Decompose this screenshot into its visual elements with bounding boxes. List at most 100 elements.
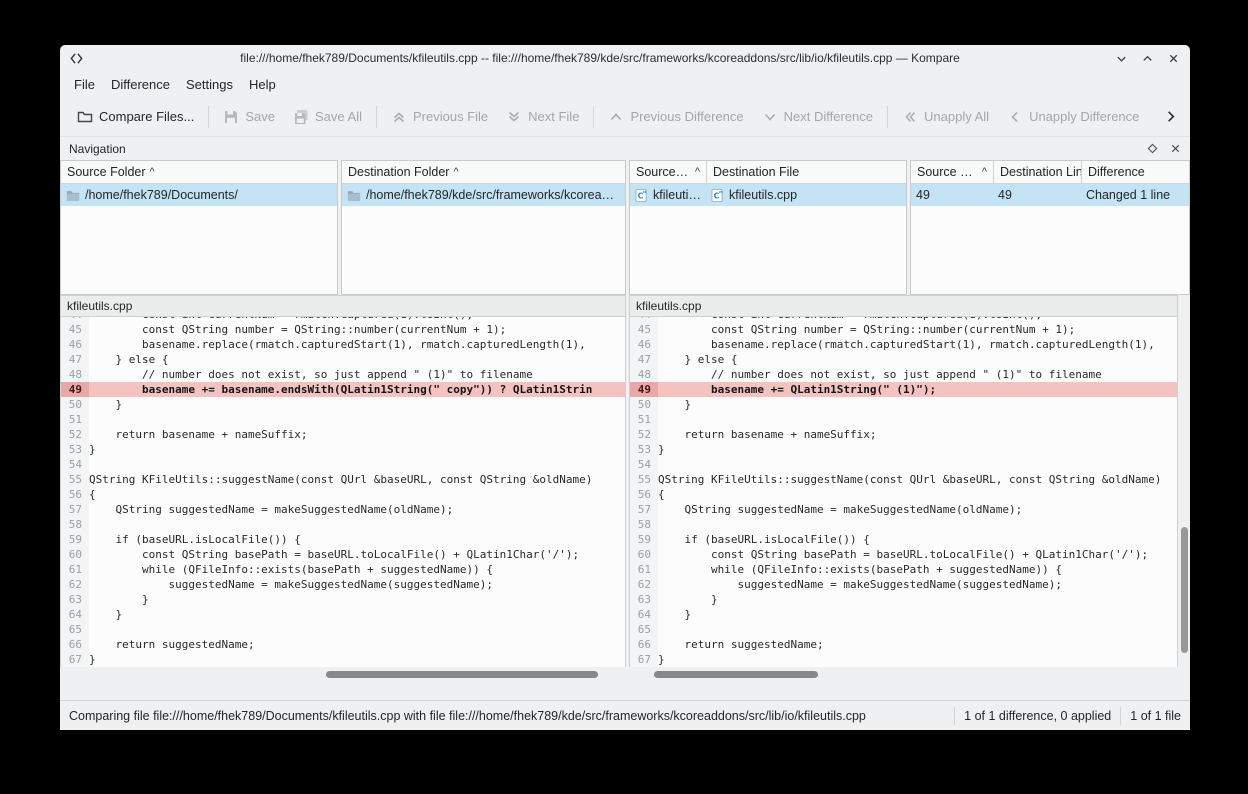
next-file-button[interactable]: Next File bbox=[497, 103, 588, 131]
files-pane: Source File ^ Destination File C kfileut… bbox=[629, 160, 907, 295]
code-text bbox=[89, 517, 625, 532]
folder-icon bbox=[77, 109, 93, 125]
files-row[interactable]: C kfileutils.cpp C kfileutils.cpp bbox=[630, 184, 906, 206]
destination-folder-header[interactable]: Destination Folder ^ bbox=[342, 161, 465, 183]
line-number: 57 bbox=[61, 502, 89, 517]
source-code-view[interactable]: 44 const int currentNum = rmatch.capture… bbox=[60, 317, 626, 667]
status-files: 1 of 1 file bbox=[1130, 709, 1181, 723]
code-line: 63 } bbox=[61, 592, 625, 607]
source-folder-row[interactable]: /home/fhek789/Documents/ bbox=[61, 184, 337, 206]
code-line: 61 while (QFileInfo::exists(basePath + s… bbox=[630, 562, 1177, 577]
source-line-header[interactable]: Source Line ^ bbox=[911, 161, 993, 183]
double-chevron-up-icon bbox=[391, 109, 407, 125]
changed-code-line[interactable]: 49 basename += basename.endsWith(QLatin1… bbox=[61, 382, 625, 397]
code-text: suggestedName = makeSuggestedName(sugges… bbox=[658, 577, 1177, 592]
line-number: 61 bbox=[630, 562, 658, 577]
toolbar-overflow-button[interactable] bbox=[1159, 105, 1182, 128]
toolbar: Compare Files... Save Save All Previous … bbox=[60, 97, 1190, 137]
difference-header[interactable]: Difference bbox=[1081, 161, 1151, 183]
code-line: 50 } bbox=[61, 397, 625, 412]
code-text: } bbox=[89, 397, 625, 412]
statusbar: Comparing file file:///home/fhek789/Docu… bbox=[60, 700, 1190, 730]
save-button[interactable]: Save bbox=[214, 103, 284, 131]
vertical-scrollbar[interactable] bbox=[1178, 317, 1190, 667]
code-text: basename += basename.endsWith(QLatin1Str… bbox=[89, 382, 625, 397]
save-icon bbox=[223, 109, 239, 125]
chevron-up-icon bbox=[608, 109, 624, 125]
folder-icon bbox=[66, 189, 80, 202]
code-text: } bbox=[89, 442, 625, 457]
line-number: 47 bbox=[61, 352, 89, 367]
code-text: } else { bbox=[658, 352, 1177, 367]
line-number: 52 bbox=[61, 427, 89, 442]
code-line: 63 } bbox=[630, 592, 1177, 607]
menu-help[interactable]: Help bbox=[241, 73, 284, 96]
code-text bbox=[89, 457, 625, 472]
dock-close-icon[interactable] bbox=[1170, 143, 1181, 154]
minimize-icon[interactable] bbox=[1115, 52, 1128, 65]
save-all-button[interactable]: Save All bbox=[284, 103, 371, 131]
code-line: 51 bbox=[630, 412, 1177, 427]
source-file-header[interactable]: Source File ^ bbox=[630, 161, 706, 183]
source-horizontal-scrollbar[interactable] bbox=[60, 667, 626, 681]
scrollbar-handle[interactable] bbox=[1181, 527, 1188, 653]
sort-ascending-icon: ^ bbox=[449, 166, 458, 178]
titlebar[interactable]: file:///home/fhek789/Documents/kfileutil… bbox=[60, 45, 1190, 71]
code-line: 55QString KFileUtils::suggestName(const … bbox=[61, 472, 625, 487]
destination-folder-row[interactable]: /home/fhek789/kde/src/frameworks/kcoread… bbox=[342, 184, 625, 206]
code-text: basename += QLatin1String(" (1)"); bbox=[658, 382, 1177, 397]
line-number: 58 bbox=[630, 517, 658, 532]
scrollbar-handle[interactable] bbox=[326, 671, 598, 678]
maximize-icon[interactable] bbox=[1141, 52, 1154, 65]
source-folder-pane: Source Folder ^ /home/fhek789/Documents/ bbox=[60, 160, 338, 295]
unapply-difference-button[interactable]: Unapply Difference bbox=[998, 103, 1148, 131]
code-line: 65 bbox=[61, 622, 625, 637]
code-text: QString KFileUtils::suggestName(const QU… bbox=[89, 472, 625, 487]
destination-line-header[interactable]: Destination Line bbox=[993, 161, 1081, 183]
code-line: 67} bbox=[630, 652, 1177, 667]
toolbar-separator bbox=[887, 106, 888, 128]
code-line: 47 } else { bbox=[630, 352, 1177, 367]
unapply-all-button[interactable]: Unapply All bbox=[893, 103, 998, 131]
scrollbar-handle[interactable] bbox=[654, 671, 819, 678]
menu-settings[interactable]: Settings bbox=[178, 73, 241, 96]
difference-row[interactable]: 49 49 Changed 1 line bbox=[911, 184, 1189, 206]
line-number: 64 bbox=[61, 607, 89, 622]
previous-difference-button[interactable]: Previous Difference bbox=[599, 103, 752, 131]
dock-float-icon[interactable] bbox=[1147, 143, 1158, 154]
line-number: 66 bbox=[61, 637, 89, 652]
kompare-window: file:///home/fhek789/Documents/kfileutil… bbox=[60, 45, 1190, 730]
previous-file-button[interactable]: Previous File bbox=[382, 103, 497, 131]
next-difference-button[interactable]: Next Difference bbox=[753, 103, 882, 131]
compare-files-button[interactable]: Compare Files... bbox=[68, 103, 203, 131]
toolbar-separator bbox=[593, 106, 594, 128]
line-number: 53 bbox=[630, 442, 658, 457]
status-separator bbox=[954, 707, 955, 725]
menu-file[interactable]: File bbox=[66, 73, 103, 96]
code-text bbox=[658, 517, 1177, 532]
menu-difference[interactable]: Difference bbox=[103, 73, 178, 96]
code-line: 53} bbox=[61, 442, 625, 457]
double-chevron-down-icon bbox=[506, 109, 522, 125]
destination-horizontal-scrollbar[interactable] bbox=[629, 667, 1178, 681]
code-line: 50 } bbox=[630, 397, 1177, 412]
destination-code-view[interactable]: 44 const int currentNum = rmatch.capture… bbox=[629, 317, 1178, 667]
line-number: 66 bbox=[630, 637, 658, 652]
destination-folder-pane: Destination Folder ^ /home/fhek789/kde/s… bbox=[341, 160, 626, 295]
code-line: 61 while (QFileInfo::exists(basePath + s… bbox=[61, 562, 625, 577]
code-line: 58 bbox=[630, 517, 1177, 532]
source-folder-header[interactable]: Source Folder ^ bbox=[61, 161, 161, 183]
line-number: 48 bbox=[630, 367, 658, 382]
close-icon[interactable] bbox=[1167, 52, 1180, 65]
changed-code-line[interactable]: 49 basename += QLatin1String(" (1)"); bbox=[630, 382, 1177, 397]
code-line: 45 const QString number = QString::numbe… bbox=[630, 322, 1177, 337]
line-number: 62 bbox=[630, 577, 658, 592]
status-message: Comparing file file:///home/fhek789/Docu… bbox=[69, 709, 945, 723]
toolbar-separator bbox=[208, 106, 209, 128]
code-text: { bbox=[658, 487, 1177, 502]
destination-file-header[interactable]: Destination File bbox=[706, 161, 805, 183]
code-line: 51 bbox=[61, 412, 625, 427]
code-line: 66 return suggestedName; bbox=[630, 637, 1177, 652]
code-text: { bbox=[89, 487, 625, 502]
sort-ascending-icon: ^ bbox=[146, 166, 155, 178]
